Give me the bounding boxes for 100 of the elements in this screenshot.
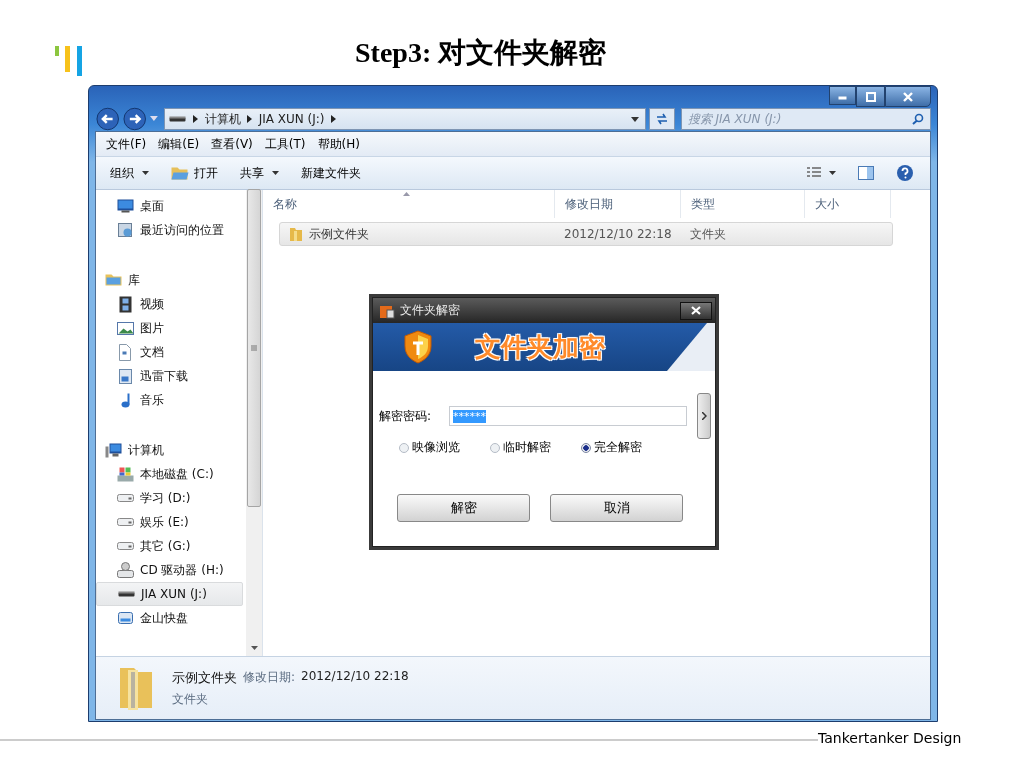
dialog-button[interactable]: 取消 — [550, 494, 683, 522]
file-type: 文件夹 — [689, 225, 727, 243]
details-label: 修改日期: — [243, 668, 296, 686]
removable-drive-icon — [169, 116, 187, 122]
password-label: 解密密码: — [379, 407, 433, 425]
recent-places-icon — [118, 223, 132, 237]
sidebar-item[interactable]: JIA XUN (J:) — [96, 582, 243, 606]
system-drive-icon — [116, 466, 134, 482]
menu-item[interactable]: 查看(V) — [211, 135, 253, 153]
library-folder-icon — [104, 274, 122, 286]
forward-button[interactable] — [123, 107, 147, 131]
radio-option[interactable]: 临时解密 — [490, 439, 551, 456]
address-bar[interactable]: 计算机 JIA XUN (J:) — [163, 108, 647, 130]
search-icon[interactable] — [912, 113, 924, 125]
radio-option[interactable]: 完全解密 — [581, 439, 642, 456]
history-caret-icon[interactable] — [149, 116, 158, 122]
file-name: 示例文件夹 — [309, 225, 369, 243]
document-icon — [119, 343, 131, 361]
chevron-icon — [192, 115, 199, 123]
nav-group-header[interactable]: 库 — [96, 268, 246, 292]
column-header[interactable]: 类型 — [681, 190, 805, 218]
footer-text: Tankertanker Design — [818, 730, 962, 746]
menu-item[interactable]: 编辑(E) — [158, 135, 200, 153]
scroll-down-icon[interactable] — [250, 646, 258, 650]
toolbar-button[interactable]: 组织 — [104, 161, 155, 185]
sidebar-item[interactable]: 其它 (G:) — [96, 534, 243, 558]
grip-icon — [251, 345, 257, 351]
minimize-icon — [838, 96, 847, 100]
preview-pane-icon[interactable] — [858, 166, 874, 180]
scrollbar[interactable] — [246, 190, 262, 656]
dialog-button[interactable]: 解密 — [397, 494, 530, 522]
slide-title: Step3: 对文件夹解密 — [355, 36, 607, 70]
nav-group-header[interactable]: 计算机 — [96, 438, 246, 462]
drive-icon — [116, 518, 134, 526]
monitor-icon — [116, 199, 134, 213]
close-button[interactable] — [885, 86, 931, 107]
caret-icon — [829, 171, 836, 175]
chevron-icon — [246, 115, 253, 123]
file-date: 2012/12/10 22:18 — [563, 226, 673, 243]
radio-option[interactable]: 映像浏览 — [399, 439, 460, 456]
search-placeholder: 搜索 JIA XUN (J:) — [687, 110, 783, 128]
maximize-button[interactable] — [856, 86, 885, 107]
column-header[interactable]: 大小 — [805, 190, 891, 218]
sidebar-item[interactable]: 娱乐 (E:) — [96, 510, 243, 534]
sidebar-item[interactable]: 最近访问的位置 — [96, 218, 243, 242]
sidebar-item[interactable]: 音乐 — [96, 388, 243, 412]
sidebar-item[interactable]: 图片 — [96, 316, 243, 340]
toolbar-button[interactable]: 新建文件夹 — [295, 161, 367, 185]
back-button[interactable] — [96, 107, 120, 131]
menu-item[interactable]: 帮助(H) — [317, 135, 360, 153]
close-icon — [903, 91, 913, 102]
sidebar-item[interactable]: 迅雷下载 — [96, 364, 243, 388]
details-name: 示例文件夹 — [172, 668, 237, 687]
sidebar-item[interactable]: 视频 — [96, 292, 243, 316]
column-header[interactable]: 修改日期 — [555, 190, 681, 218]
expand-button[interactable] — [697, 393, 711, 439]
radio-circle[interactable] — [581, 442, 591, 453]
chevron-icon — [701, 412, 707, 420]
scrollbar-thumb[interactable] — [247, 189, 261, 507]
caret-icon — [272, 171, 279, 175]
sidebar-item[interactable]: 金山快盘 — [96, 606, 243, 630]
sidebar-item[interactable]: 文档 — [96, 340, 243, 364]
radio-circle[interactable] — [490, 442, 500, 453]
refresh-button[interactable] — [649, 108, 675, 130]
toolbar-button[interactable]: 共享 — [234, 161, 285, 185]
help-icon[interactable] — [896, 164, 914, 182]
chevron-icon — [330, 115, 337, 123]
sidebar-item[interactable]: CD 驱动器 (H:) — [96, 558, 243, 582]
details-date: 2012/12/10 22:18 — [301, 668, 409, 685]
view-list-icon — [807, 167, 821, 179]
radio-circle[interactable] — [399, 442, 409, 453]
drive-icon — [116, 542, 134, 550]
film-icon — [118, 295, 132, 313]
refresh-icon — [654, 113, 669, 125]
music-note-icon — [120, 392, 130, 408]
toolbar-button[interactable]: 打开 — [165, 161, 224, 185]
sidebar-item[interactable]: 桌面 — [96, 194, 243, 218]
computer-icon — [104, 442, 122, 458]
details-type: 文件夹 — [172, 690, 209, 708]
sidebar-item[interactable]: 本地磁盘 (C:) — [96, 462, 243, 486]
dialog-title: 文件夹解密 — [400, 302, 460, 319]
close-button[interactable] — [680, 301, 712, 320]
dropdown-caret-icon[interactable] — [631, 116, 640, 122]
picture-icon — [116, 321, 134, 335]
open-folder-icon — [171, 166, 189, 180]
file-row[interactable]: 示例文件夹 2012/12/10 22:18 文件夹 — [279, 222, 893, 246]
breadcrumb[interactable]: JIA XUN (J:) — [258, 112, 325, 126]
banner-title: 文件夹加密 — [475, 330, 605, 364]
menu-item[interactable]: 文件(F) — [106, 135, 147, 153]
folder-icon — [288, 226, 304, 242]
caret-icon — [142, 171, 149, 175]
close-icon — [691, 306, 701, 315]
breadcrumb[interactable]: 计算机 — [204, 110, 241, 128]
sidebar-item[interactable]: 学习 (D:) — [96, 486, 243, 510]
minimize-button[interactable] — [829, 86, 856, 105]
maximize-icon — [865, 91, 876, 102]
menu-item[interactable]: 工具(T) — [264, 135, 306, 153]
removable-drive-icon — [117, 591, 135, 597]
column-header[interactable]: 名称 — [263, 190, 555, 218]
drive-icon — [116, 494, 134, 502]
